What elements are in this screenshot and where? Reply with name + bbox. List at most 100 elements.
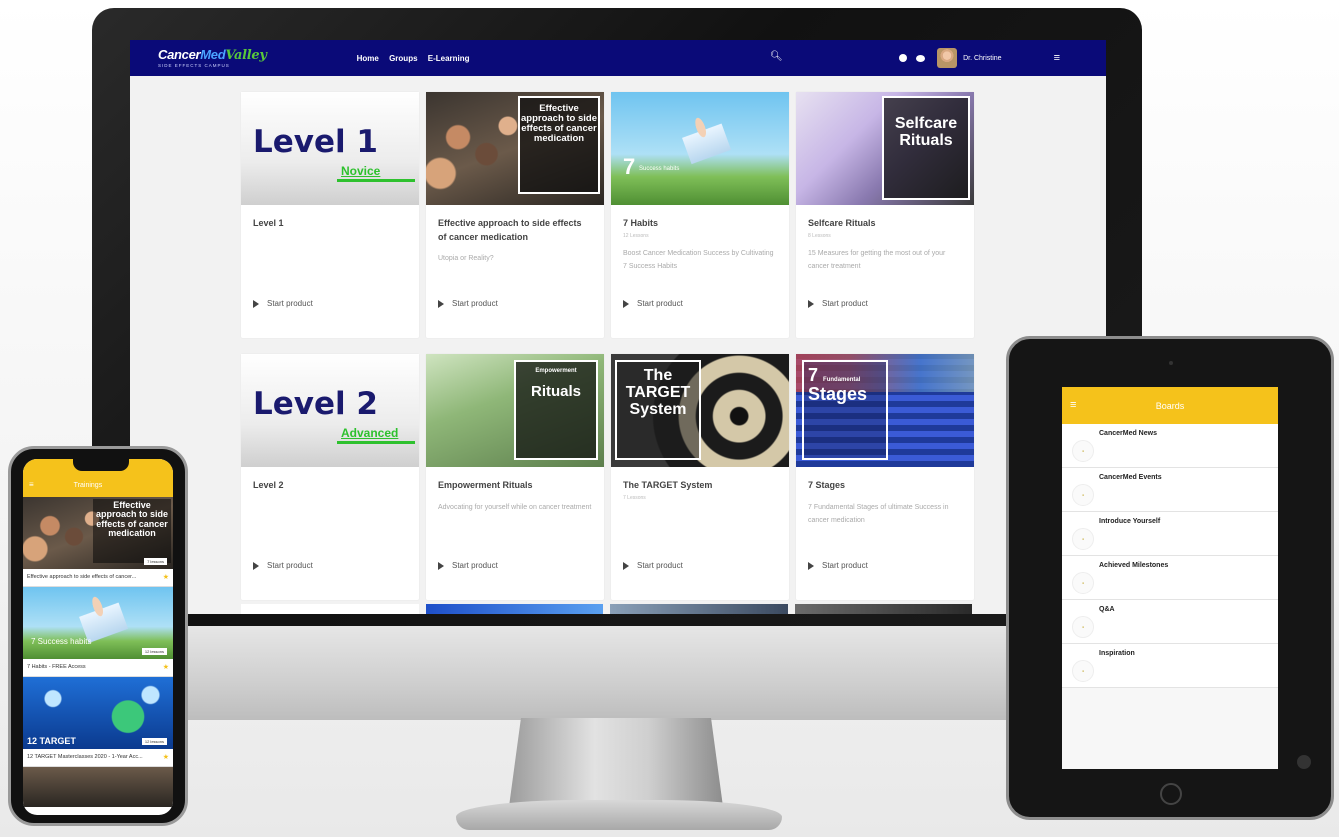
tablet-screen: ≡ Boards ● CancerMed News ● CancerMed Ev…	[1062, 387, 1278, 769]
search-icon[interactable]: 🔍︎	[770, 51, 783, 62]
star-icon[interactable]: ★	[163, 573, 169, 581]
product-description: 15 Measures for getting the most out of …	[808, 249, 946, 270]
jumping-person-image	[73, 587, 135, 659]
lesson-count-tag: 7 lessons	[144, 558, 167, 565]
mobile-phone: ≡ Trainings Effective approach to side e…	[8, 446, 188, 826]
training-item[interactable]: Effective approach to side effects of ca…	[23, 497, 173, 587]
product-title[interactable]: The TARGET System	[623, 479, 777, 493]
product-card-empowerment-rituals[interactable]: Empowerment Rituals Empowerment Rituals …	[426, 354, 604, 600]
play-icon	[253, 561, 259, 570]
partial-card[interactable]	[794, 604, 972, 614]
product-card-level-1[interactable]: Level 1 Novice Level 1 Start product	[241, 92, 419, 338]
thumbnail-subtitle: Novice	[341, 164, 415, 182]
product-row-partial	[241, 604, 972, 614]
training-thumbnail: 12 TARGET 12 lessons	[23, 677, 173, 749]
main-nav: Home Groups E-Learning	[357, 54, 478, 63]
star-icon[interactable]: ★	[163, 753, 169, 761]
board-logo-icon: ●	[1072, 440, 1094, 462]
start-product-button[interactable]: Start product	[623, 561, 683, 570]
start-product-button[interactable]: Start product	[253, 299, 313, 308]
board-item[interactable]: ● Inspiration	[1062, 644, 1278, 688]
desktop-screen: CancerMedValley SIDE EFFECTS CAMPUS Home…	[130, 40, 1106, 614]
board-item[interactable]: ● Introduce Yourself	[1062, 512, 1278, 556]
product-description: Boost Cancer Medication Success by Culti…	[623, 249, 774, 270]
assistive-touch-icon[interactable]	[1297, 755, 1311, 769]
product-title[interactable]: Level 2	[253, 479, 407, 493]
hamburger-menu-icon[interactable]: ≡	[29, 480, 34, 489]
board-item[interactable]: ● CancerMed News	[1062, 424, 1278, 468]
product-thumbnail: Empowerment Rituals	[426, 354, 604, 467]
topbar-user-area: Dr. Christine ≡	[899, 40, 1060, 76]
nav-home[interactable]: Home	[357, 54, 379, 63]
product-card-7-stages[interactable]: 7 Fundamental Stages 7 Stages 7 Fundamen…	[796, 354, 974, 600]
product-thumbnail: 7 Fundamental Stages	[796, 354, 974, 467]
hamburger-menu-icon[interactable]: ≡	[1054, 52, 1060, 64]
board-item[interactable]: ● Achieved Milestones	[1062, 556, 1278, 600]
start-product-label: Start product	[452, 561, 498, 570]
lesson-count-tag: 12 lessons	[141, 738, 167, 745]
product-title[interactable]: Effective approach to side effects of ca…	[438, 217, 592, 244]
training-thumbnail: 7 Success habits 12 lessons	[23, 587, 173, 659]
board-item[interactable]: ● CancerMed Events	[1062, 468, 1278, 512]
training-item[interactable]: 7 Success habits 12 lessons 7 Habits - F…	[23, 587, 173, 677]
thumbnail-small-text: Fundamental	[823, 377, 861, 383]
board-label: Introduce Yourself	[1099, 518, 1161, 525]
user-name[interactable]: Dr. Christine	[963, 55, 1002, 62]
start-product-button[interactable]: Start product	[808, 299, 868, 308]
training-item[interactable]: 12 TARGET 12 lessons 12 TARGET Mastercla…	[23, 677, 173, 767]
partial-card[interactable]	[425, 604, 603, 614]
product-title[interactable]: Level 1	[253, 217, 407, 231]
start-product-button[interactable]: Start product	[438, 561, 498, 570]
site-logo[interactable]: CancerMedValley SIDE EFFECTS CAMPUS	[158, 48, 267, 69]
board-label: Q&A	[1099, 606, 1115, 613]
start-product-label: Start product	[822, 561, 868, 570]
thumbnail-overlay-text: 12 TARGET	[27, 736, 76, 746]
product-thumbnail: Effective approach to side effects of ca…	[426, 92, 604, 205]
product-card-selfcare-rituals[interactable]: Selfcare Rituals Selfcare Rituals 8 Less…	[796, 92, 974, 338]
logo-part-cancer: Cancer	[158, 46, 201, 62]
start-product-button[interactable]: Start product	[438, 299, 498, 308]
product-title[interactable]: Selfcare Rituals	[808, 217, 962, 231]
board-item[interactable]: ● Q&A	[1062, 600, 1278, 644]
product-thumbnail: Level 1 Novice	[241, 92, 419, 205]
start-product-button[interactable]: Start product	[623, 299, 683, 308]
product-row: Level 2 Advanced Level 2 Start product E…	[241, 354, 974, 600]
phone-screen: ≡ Trainings Effective approach to side e…	[23, 459, 173, 815]
monitor-stand-base	[456, 800, 782, 830]
play-icon	[808, 299, 814, 308]
user-avatar[interactable]	[937, 48, 958, 68]
product-description: Advocating for yourself while on cancer …	[438, 503, 592, 511]
start-product-label: Start product	[452, 299, 498, 308]
training-title: 12 TARGET Masterclasses 2020 - 1-Year Ac…	[27, 754, 143, 760]
nav-elearning[interactable]: E-Learning	[428, 54, 470, 63]
phone-notch	[73, 459, 129, 471]
start-product-label: Start product	[637, 561, 683, 570]
product-title[interactable]: 7 Habits	[623, 217, 777, 231]
partial-card[interactable]	[241, 604, 419, 614]
product-title[interactable]: 7 Stages	[808, 479, 962, 493]
tablet-home-button[interactable]	[1160, 783, 1182, 805]
training-caption: 12 TARGET Masterclasses 2020 - 1-Year Ac…	[23, 749, 173, 766]
partial-card[interactable]	[610, 604, 788, 614]
start-product-button[interactable]: Start product	[808, 561, 868, 570]
hamburger-menu-icon[interactable]: ≡	[1070, 399, 1076, 411]
chat-icon[interactable]	[916, 54, 926, 62]
lesson-count: 12 Lessons	[623, 232, 649, 239]
product-card-7-habits[interactable]: 7 Success habits 7 Habits 12 Lessons Boo…	[611, 92, 789, 338]
training-item-partial[interactable]	[23, 767, 173, 807]
training-thumbnail: Effective approach to side effects of ca…	[23, 497, 173, 569]
thumbnail-overlay: Empowerment Rituals	[514, 360, 598, 460]
star-icon[interactable]: ★	[163, 663, 169, 671]
product-card-target-system[interactable]: The TARGET System The TARGET System 7 Le…	[611, 354, 789, 600]
thumbnail-overlay-text: Rituals	[530, 383, 581, 401]
play-icon	[438, 561, 444, 570]
product-card-level-2[interactable]: Level 2 Advanced Level 2 Start product	[241, 354, 419, 600]
thumbnail-number: 7	[623, 154, 636, 179]
play-icon	[808, 561, 814, 570]
tablet-header-title: Boards	[1155, 400, 1185, 411]
nav-groups[interactable]: Groups	[389, 54, 417, 63]
start-product-button[interactable]: Start product	[253, 561, 313, 570]
product-title[interactable]: Empowerment Rituals	[438, 479, 592, 493]
product-card-effective-approach[interactable]: Effective approach to side effects of ca…	[426, 92, 604, 338]
bell-icon[interactable]	[899, 54, 908, 62]
